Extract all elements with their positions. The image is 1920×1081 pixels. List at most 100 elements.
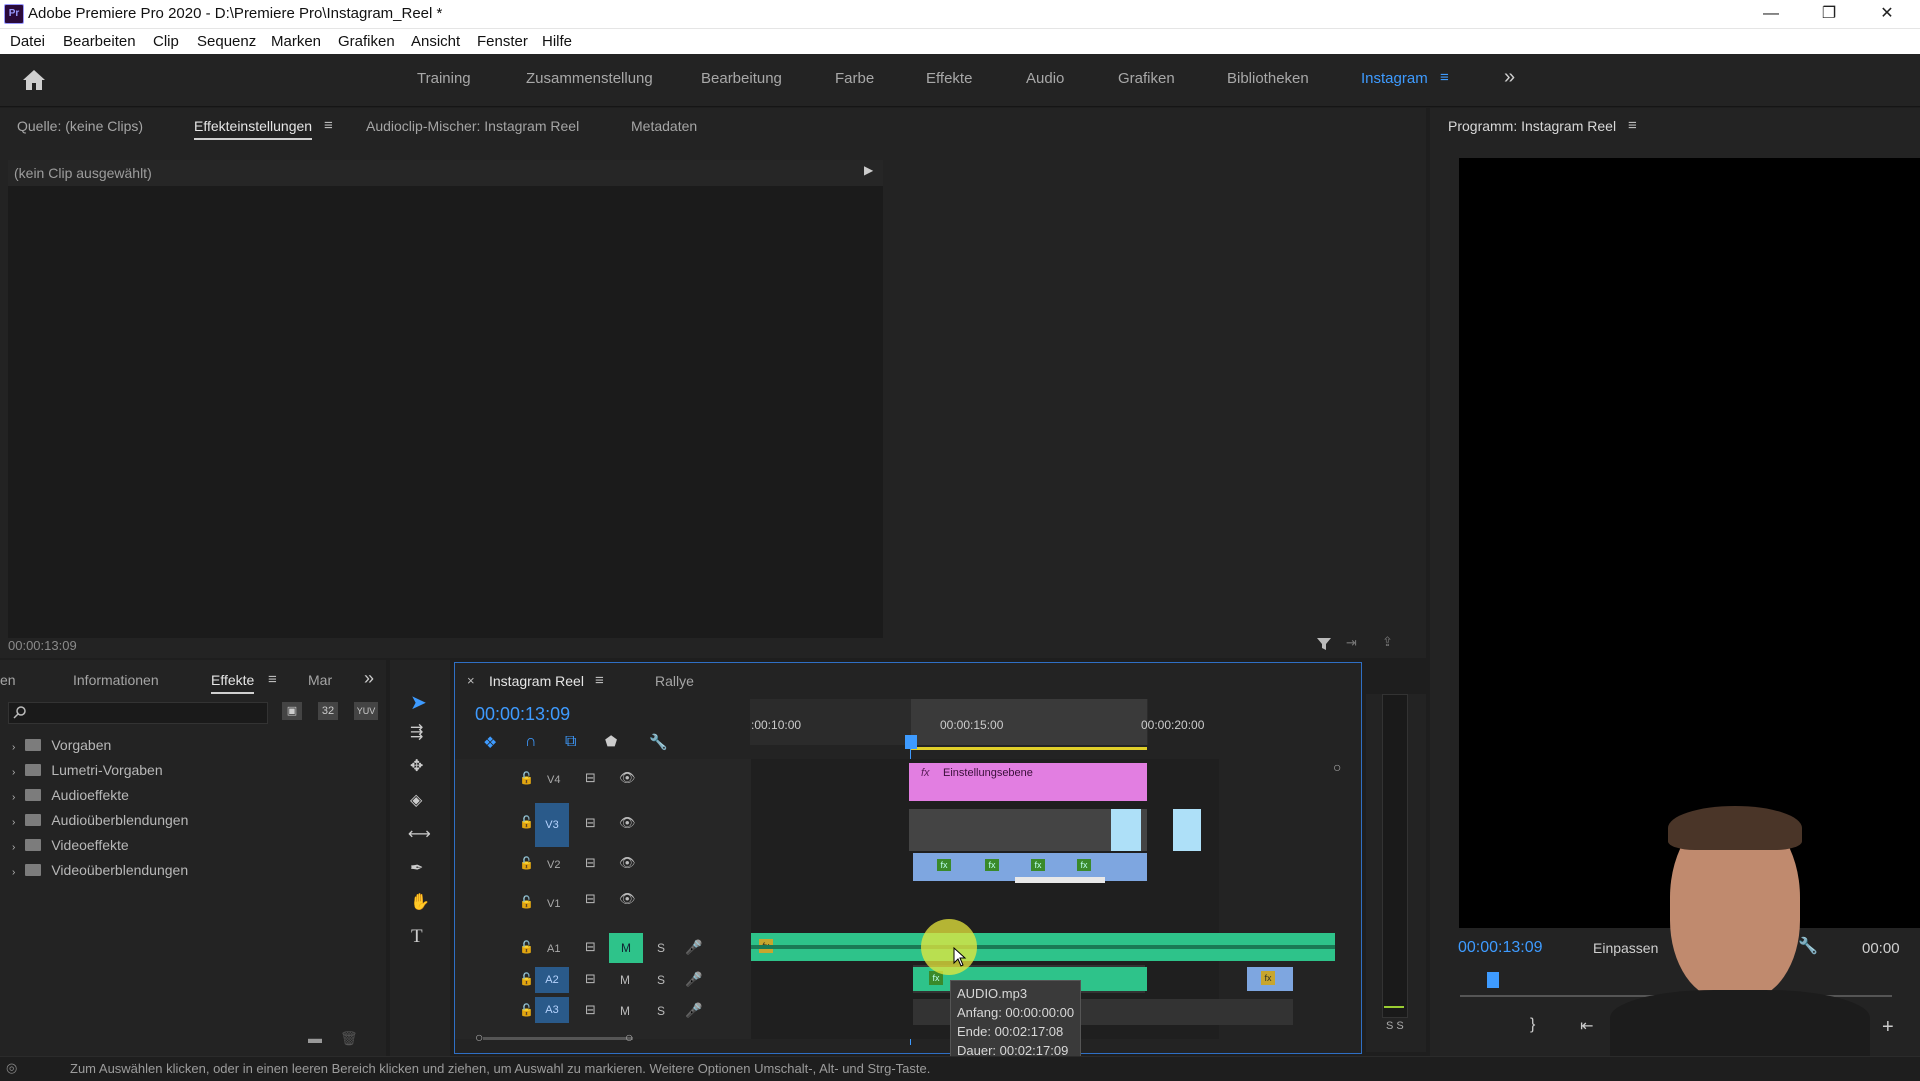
menu-ansicht[interactable]: Ansicht: [411, 33, 460, 50]
mute-button-a1[interactable]: M: [609, 933, 643, 963]
menu-datei[interactable]: Datei: [10, 33, 45, 50]
tree-item-vorgaben[interactable]: › Vorgaben: [12, 737, 111, 753]
trash-icon[interactable]: 🗑: [340, 1030, 358, 1047]
pen-tool-icon[interactable]: ✒: [410, 858, 423, 878]
microphone-icon[interactable]: 🎤: [685, 1002, 702, 1019]
sync-icon[interactable]: ⊟: [585, 815, 596, 831]
track-label-a2[interactable]: A2: [535, 967, 569, 993]
lock-icon[interactable]: 🔓: [519, 1003, 534, 1017]
lock-icon[interactable]: 🔓: [519, 940, 534, 954]
sync-icon[interactable]: ⊟: [585, 770, 596, 786]
tab-effects[interactable]: Effekte: [211, 672, 255, 694]
sync-icon[interactable]: ⊟: [585, 1002, 596, 1018]
menu-sequenz[interactable]: Sequenz: [197, 33, 256, 50]
tab-markers[interactable]: Mar: [308, 672, 332, 688]
selection-tool-icon[interactable]: ➤: [410, 690, 427, 715]
export-icon[interactable]: ⇪: [1382, 634, 1393, 650]
lock-icon[interactable]: 🔓: [519, 972, 534, 986]
tree-item-videoueberblendungen[interactable]: › Videoüberblendungen: [12, 862, 188, 878]
vertical-scroll-handle[interactable]: ○: [1333, 759, 1341, 775]
type-tool-icon[interactable]: T: [411, 926, 423, 948]
tab-metadata[interactable]: Metadaten: [631, 118, 697, 134]
effects-menu-icon[interactable]: ≡: [268, 671, 277, 688]
menu-marken[interactable]: Marken: [271, 33, 321, 50]
home-icon[interactable]: [22, 69, 46, 91]
go-to-in-icon[interactable]: ⇤: [1580, 1016, 1593, 1036]
program-playhead[interactable]: [1487, 972, 1499, 988]
solo-button-a1[interactable]: S: [657, 941, 665, 955]
lock-icon[interactable]: 🔓: [519, 856, 534, 870]
eye-icon[interactable]: 👁: [619, 815, 636, 831]
meter-solo-labels[interactable]: S S: [1386, 1020, 1404, 1032]
clip-v3-2[interactable]: [1173, 809, 1201, 851]
microphone-icon[interactable]: 🎤: [685, 939, 702, 956]
workspace-tab-zusammenstellung[interactable]: Zusammenstellung: [526, 70, 653, 87]
workspace-tab-grafiken[interactable]: Grafiken: [1118, 70, 1175, 87]
horizontal-zoom-scrollbar[interactable]: [483, 1037, 633, 1040]
tree-item-audioeffekte[interactable]: › Audioeffekte: [12, 787, 129, 803]
filter-icon[interactable]: [1316, 636, 1332, 652]
yuv-icon[interactable]: YUV: [354, 702, 378, 720]
track-select-tool-icon[interactable]: ⇶: [410, 722, 423, 742]
workspace-tab-bibliotheken[interactable]: Bibliotheken: [1227, 70, 1309, 87]
tree-item-videoeffekte[interactable]: › Videoeffekte: [12, 837, 129, 853]
new-bin-icon[interactable]: ▣: [282, 702, 302, 720]
menu-clip[interactable]: Clip: [153, 33, 179, 50]
workspace-menu-icon[interactable]: ≡: [1440, 69, 1449, 86]
mark-out-icon[interactable]: }: [1530, 1016, 1535, 1034]
menu-grafiken[interactable]: Grafiken: [338, 33, 395, 50]
mute-button-a2[interactable]: M: [620, 973, 630, 987]
tab-info[interactable]: Informationen: [73, 672, 159, 688]
expand-arrow-icon[interactable]: ▶: [864, 163, 873, 177]
track-label-a3[interactable]: A3: [535, 997, 569, 1023]
close-tab-icon[interactable]: ×: [467, 673, 475, 688]
timeline-timecode[interactable]: 00:00:13:09: [475, 704, 570, 725]
tab-audio-clip-mixer[interactable]: Audioclip-Mischer: Instagram Reel: [366, 118, 579, 134]
hand-tool-icon[interactable]: ✋: [410, 892, 430, 912]
clip-audio-a1[interactable]: fx: [751, 933, 1335, 961]
play-only-icon[interactable]: ⇥: [1346, 635, 1357, 651]
effects-overflow-icon[interactable]: »: [364, 668, 374, 689]
slip-tool-icon[interactable]: ⟷: [408, 824, 431, 844]
clip-a2-end[interactable]: fx: [1247, 967, 1293, 991]
new-folder-icon[interactable]: ▬: [308, 1030, 322, 1046]
tree-item-audioueberblendungen[interactable]: › Audioüberblendungen: [12, 812, 188, 828]
menu-bearbeiten[interactable]: Bearbeiten: [63, 33, 136, 50]
effects-search-input[interactable]: [8, 702, 268, 724]
minimize-button[interactable]: —: [1748, 2, 1794, 26]
sync-icon[interactable]: ⊟: [585, 855, 596, 871]
workspace-overflow-icon[interactable]: »: [1504, 66, 1515, 89]
tree-item-lumetri-vorgaben[interactable]: › Lumetri-Vorgaben: [12, 762, 163, 778]
menu-fenster[interactable]: Fenster: [477, 33, 528, 50]
sequence-menu-icon[interactable]: ≡: [595, 672, 604, 689]
sync-icon[interactable]: ⊟: [585, 939, 596, 955]
microphone-icon[interactable]: 🎤: [685, 971, 702, 988]
panel-menu-icon[interactable]: ≡: [324, 117, 333, 134]
track-label-v3[interactable]: V3: [535, 803, 569, 847]
workspace-tab-audio[interactable]: Audio: [1026, 70, 1064, 87]
workspace-tab-effekte[interactable]: Effekte: [926, 70, 972, 87]
clip-v3-1[interactable]: [1111, 809, 1141, 851]
sync-icon[interactable]: ⊟: [585, 891, 596, 907]
lock-icon[interactable]: 🔓: [519, 815, 534, 829]
menu-hilfe[interactable]: Hilfe: [542, 33, 572, 50]
program-menu-icon[interactable]: ≡: [1628, 117, 1637, 134]
tab-sequence-instagram-reel[interactable]: Instagram Reel: [489, 673, 584, 689]
timeline-settings-icon[interactable]: 🔧: [649, 733, 668, 751]
snap-magnet-icon[interactable]: ∩: [525, 733, 537, 751]
ripple-edit-tool-icon[interactable]: ✥: [410, 756, 423, 776]
solo-button-a3[interactable]: S: [657, 1004, 665, 1018]
lock-icon[interactable]: 🔓: [519, 771, 534, 785]
close-button[interactable]: ✕: [1864, 2, 1910, 26]
add-marker-icon[interactable]: ⬟: [605, 733, 617, 750]
solo-button-a2[interactable]: S: [657, 973, 665, 987]
workspace-tab-farbe[interactable]: Farbe: [835, 70, 874, 87]
eye-icon[interactable]: 👁: [619, 770, 636, 786]
eye-icon[interactable]: 👁: [619, 891, 636, 907]
timeline-playhead-handle[interactable]: [905, 735, 917, 749]
workspace-tab-bearbeitung[interactable]: Bearbeitung: [701, 70, 782, 87]
scroll-handle-left[interactable]: ○: [475, 1029, 483, 1045]
tab-cut-left[interactable]: en: [0, 672, 16, 688]
linked-selection-icon[interactable]: ⧉: [565, 733, 576, 751]
lock-icon[interactable]: 🔓: [519, 895, 534, 909]
